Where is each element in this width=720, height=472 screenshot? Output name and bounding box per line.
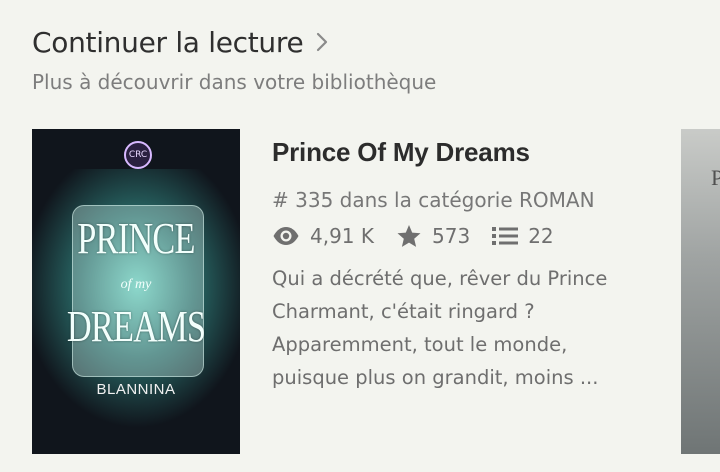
section-title: Continuer la lecture bbox=[32, 26, 304, 59]
star-icon bbox=[397, 225, 421, 247]
reads-count: 4,91 K bbox=[310, 224, 375, 248]
cover-seal-logo: CRC bbox=[124, 141, 152, 169]
chevron-right-icon bbox=[315, 31, 329, 57]
next-book-cover[interactable]: P bbox=[681, 129, 720, 454]
list-icon bbox=[492, 227, 519, 245]
eye-icon bbox=[273, 227, 299, 245]
book-cover[interactable]: CRC PRINCE of my DREAMS BLANNINA bbox=[32, 129, 240, 454]
votes-stat: 573 bbox=[396, 224, 470, 248]
story-title[interactable]: Prince Of My Dreams bbox=[272, 137, 662, 168]
next-cover-letter: P bbox=[711, 165, 720, 190]
cover-title-line3: DREAMS bbox=[66, 302, 206, 351]
story-description: Qui a décrété que, rêver du Prince Charm… bbox=[272, 267, 608, 389]
votes-count: 573 bbox=[432, 224, 471, 248]
cover-title-line1: PRINCE bbox=[77, 214, 195, 263]
reads-stat: 4,91 K bbox=[272, 224, 374, 248]
parts-count: 22 bbox=[528, 224, 554, 248]
section-header-continue-reading[interactable]: Continuer la lecture bbox=[32, 26, 329, 59]
cover-author: BLANNINA bbox=[96, 381, 176, 398]
cover-title-line2: of my bbox=[120, 277, 152, 292]
story-details[interactable]: Prince Of My Dreams # 335 dans la catégo… bbox=[272, 132, 662, 394]
parts-stat: 22 bbox=[492, 224, 554, 248]
story-ranking: # 335 dans la catégorie ROMAN bbox=[272, 188, 595, 212]
section-subtitle: Plus à découvrir dans votre bibliothèque bbox=[32, 70, 437, 94]
story-stats: 4,91 K 573 22 bbox=[272, 224, 662, 248]
